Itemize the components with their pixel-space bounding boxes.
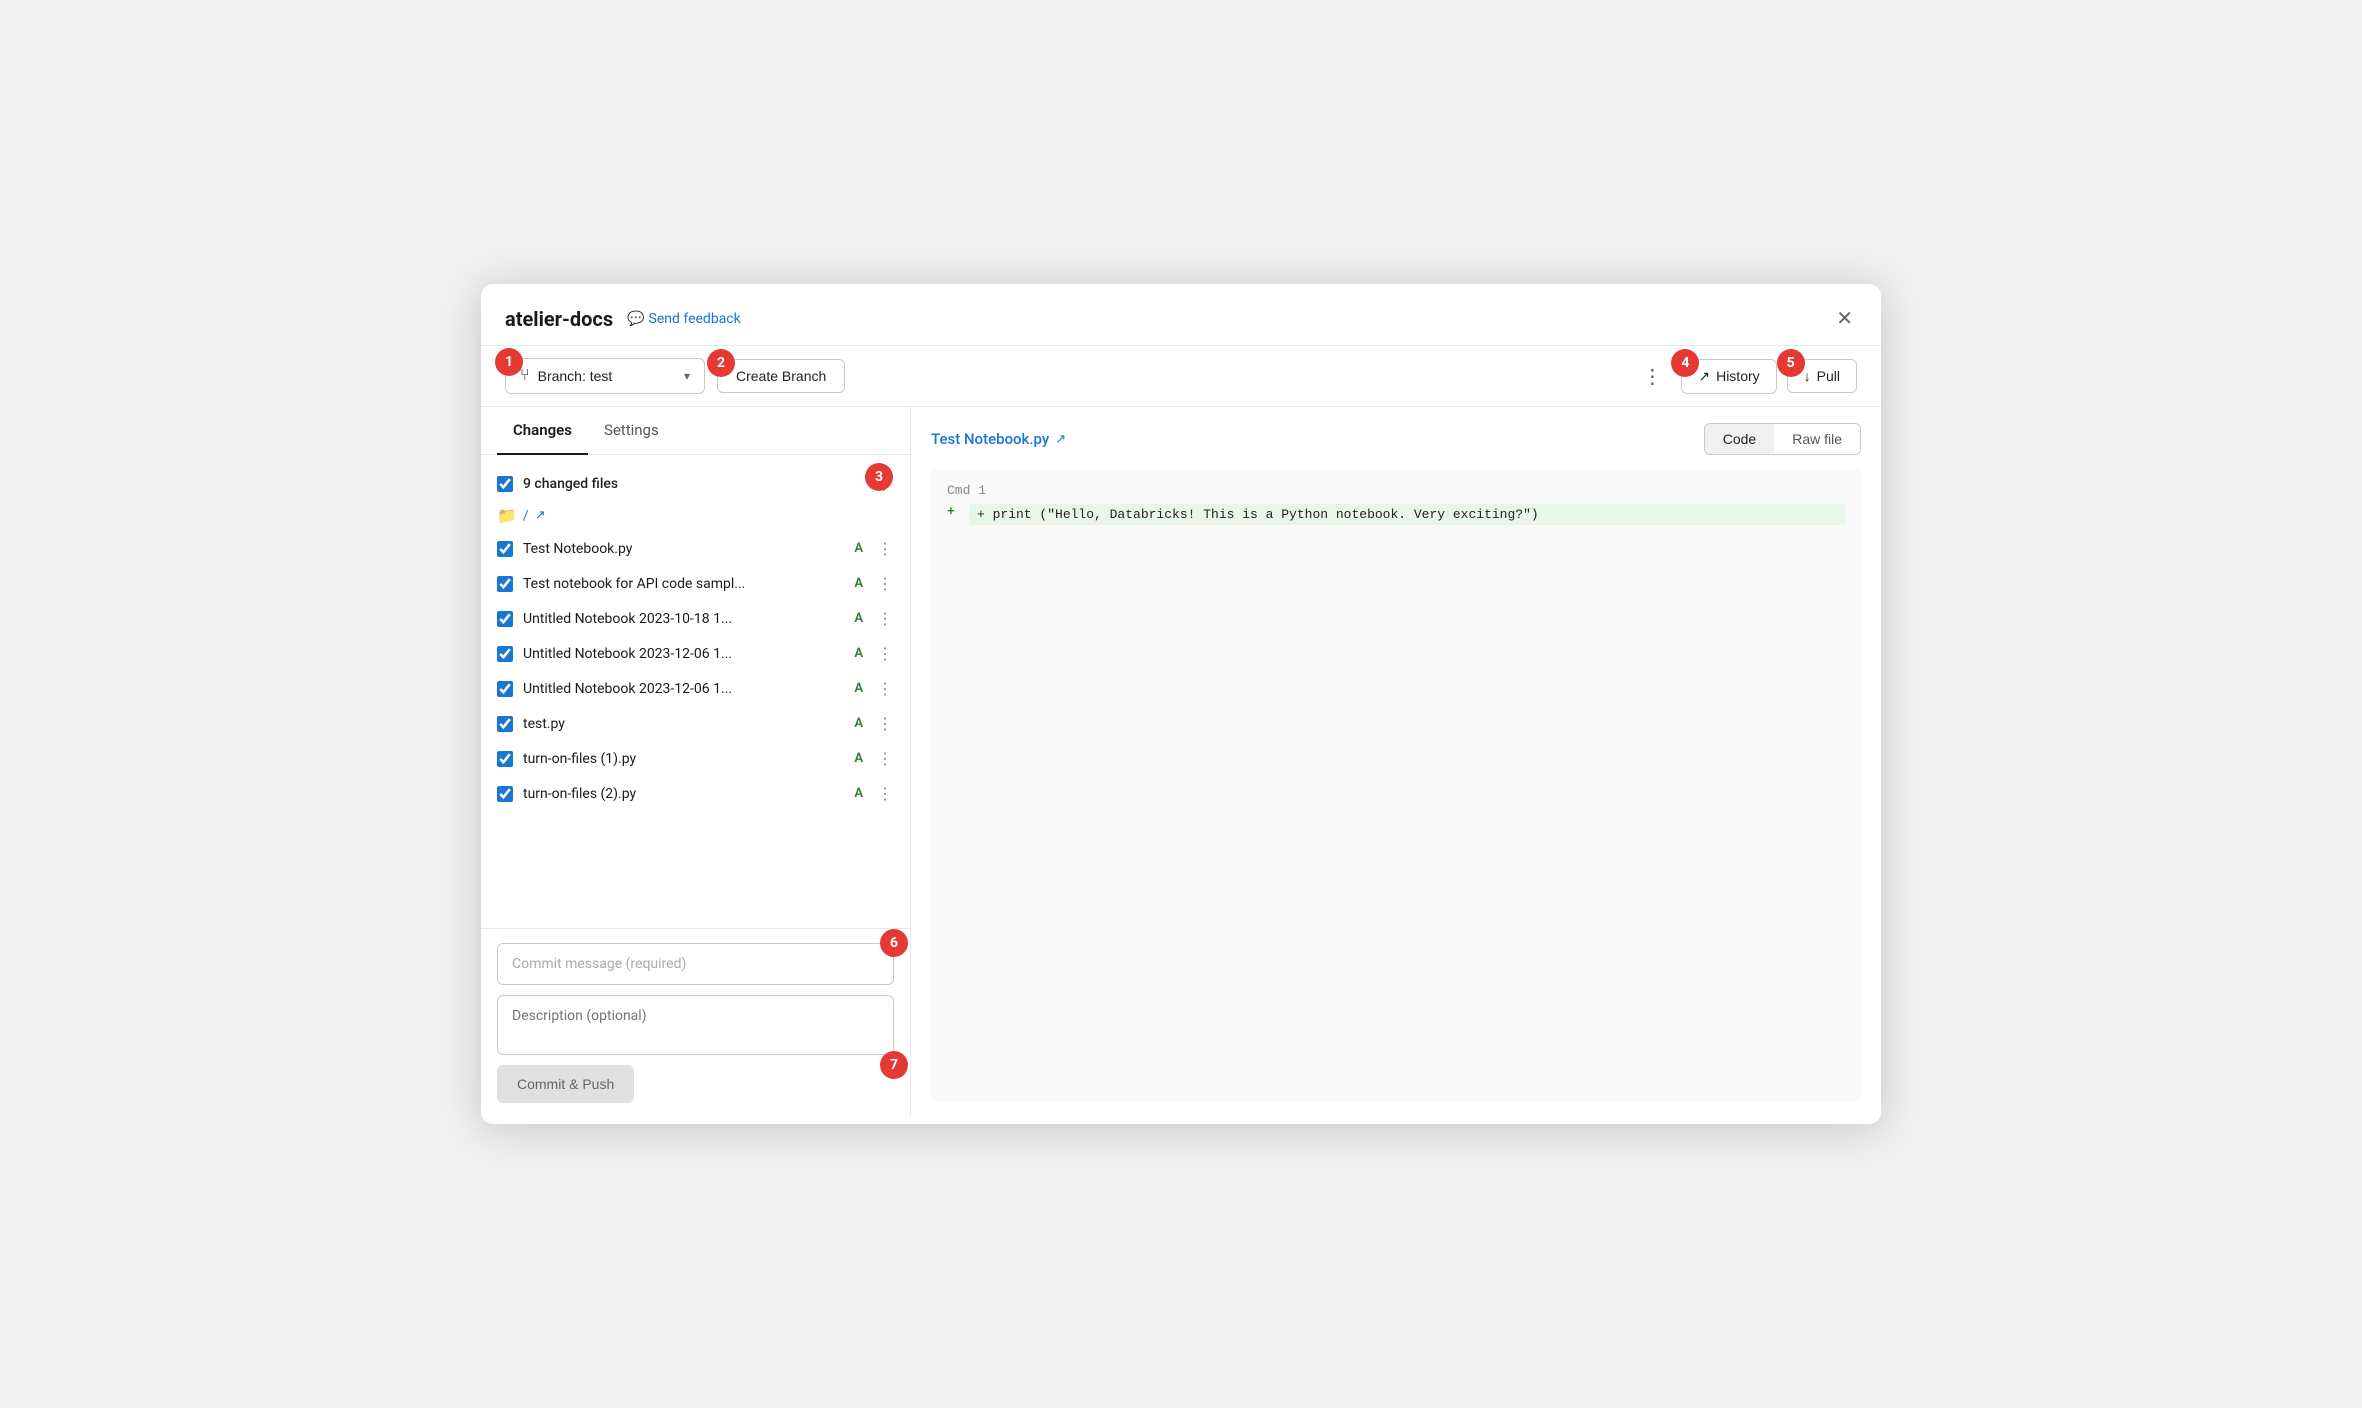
file-view-toggle: Code Raw file <box>1704 423 1861 455</box>
folder-path: / <box>523 508 529 524</box>
diff-code-area: Cmd 1 + + print ("Hello, Databricks! Thi… <box>931 469 1861 1101</box>
send-feedback-link[interactable]: Send feedback <box>627 311 741 327</box>
diff-file-header: Test Notebook.py ↗ Code Raw file <box>931 423 1861 455</box>
file-checkbox-3[interactable] <box>497 646 513 662</box>
more-options-button[interactable]: ⋮ <box>1634 360 1671 393</box>
diff-code-line: + + print ("Hello, Databricks! This is a… <box>947 504 1845 525</box>
create-branch-wrapper: 2 Create Branch <box>717 359 845 393</box>
cmd-label: Cmd 1 <box>947 483 1845 498</box>
pull-icon: ↓ <box>1804 368 1811 384</box>
list-item[interactable]: test.py A ⋮ <box>481 706 910 741</box>
file-checkbox-1[interactable] <box>497 576 513 592</box>
list-item[interactable]: Test notebook for API code sampl... A ⋮ <box>481 566 910 601</box>
files-header-dots-wrapper: 3 ⋮ <box>875 473 894 494</box>
badge-7: 7 <box>880 1051 908 1079</box>
close-button[interactable]: ✕ <box>1832 302 1857 335</box>
files-header: 9 changed files 3 ⋮ <box>481 467 910 500</box>
file-checkbox-4[interactable] <box>497 681 513 697</box>
create-branch-button[interactable]: Create Branch <box>717 359 845 393</box>
diff-plus-icon: + <box>947 504 961 519</box>
external-link-icon: ↗ <box>1055 432 1066 447</box>
history-btn-wrapper: 4 ↗ History <box>1681 359 1776 394</box>
file-name-3: Untitled Notebook 2023-12-06 1... <box>523 646 844 662</box>
file-name-6: turn-on-files (1).py <box>523 751 844 767</box>
pull-label: Pull <box>1817 368 1840 384</box>
tabs: Changes Settings <box>481 407 910 455</box>
file-checkbox-2[interactable] <box>497 611 513 627</box>
list-item[interactable]: turn-on-files (2).py A ⋮ <box>481 776 910 811</box>
app-window: atelier-docs Send feedback ✕ 1 ⑂ Branch:… <box>481 284 1881 1124</box>
file-badge-4: A <box>854 681 863 696</box>
file-name-7: turn-on-files (2).py <box>523 786 844 802</box>
file-badge-6: A <box>854 751 863 766</box>
commit-message-input[interactable] <box>497 943 894 985</box>
diff-file-title: Test Notebook.py ↗ <box>931 430 1066 448</box>
toolbar-right: ⋮ 4 ↗ History 5 ↓ Pull <box>1634 359 1857 394</box>
commit-push-button[interactable]: Commit & Push <box>497 1065 634 1103</box>
history-label: History <box>1716 368 1760 384</box>
history-button[interactable]: ↗ History <box>1681 359 1776 394</box>
branch-select-wrapper: 1 ⑂ Branch: test ▾ <box>505 358 705 394</box>
file-checkbox-6[interactable] <box>497 751 513 767</box>
list-item[interactable]: Untitled Notebook 2023-10-18 1... A ⋮ <box>481 601 910 636</box>
history-icon: ↗ <box>1698 368 1710 385</box>
raw-file-view-button[interactable]: Raw file <box>1774 424 1860 454</box>
list-item[interactable]: Untitled Notebook 2023-12-06 1... A ⋮ <box>481 636 910 671</box>
file-more-4[interactable]: ⋮ <box>877 679 894 698</box>
title-bar-left: atelier-docs Send feedback <box>505 307 741 331</box>
branch-label: Branch: test <box>538 368 613 384</box>
file-more-2[interactable]: ⋮ <box>877 609 894 628</box>
folder-row[interactable]: 📁 / ↗ <box>481 500 910 531</box>
main-content: Changes Settings 9 changed files 3 ⋮ <box>481 407 1881 1117</box>
file-name-2: Untitled Notebook 2023-10-18 1... <box>523 611 844 627</box>
app-title: atelier-docs <box>505 307 613 331</box>
file-more-0[interactable]: ⋮ <box>877 539 894 558</box>
file-badge-2: A <box>854 611 863 626</box>
select-all-checkbox[interactable] <box>497 476 513 492</box>
left-panel: Changes Settings 9 changed files 3 ⋮ <box>481 407 911 1117</box>
title-bar: atelier-docs Send feedback ✕ <box>481 284 1881 346</box>
file-name-1: Test notebook for API code sampl... <box>523 576 844 592</box>
tab-changes[interactable]: Changes <box>497 407 588 455</box>
pull-btn-wrapper: 5 ↓ Pull <box>1787 359 1857 393</box>
external-link-icon: ↗ <box>535 508 546 523</box>
file-badge-3: A <box>854 646 863 661</box>
file-more-3[interactable]: ⋮ <box>877 644 894 663</box>
list-item[interactable]: turn-on-files (1).py A ⋮ <box>481 741 910 776</box>
toolbar: 1 ⑂ Branch: test ▾ 2 Create Branch ⋮ 4 ↗… <box>481 346 1881 407</box>
file-name-4: Untitled Notebook 2023-12-06 1... <box>523 681 844 697</box>
code-view-button[interactable]: Code <box>1705 424 1774 454</box>
tab-settings[interactable]: Settings <box>588 407 675 455</box>
file-name-5: test.py <box>523 716 844 732</box>
files-section: 9 changed files 3 ⋮ 📁 / ↗ Test Notebook.… <box>481 455 910 928</box>
folder-icon: 📁 <box>497 506 517 525</box>
diff-code-text: + print ("Hello, Databricks! This is a P… <box>969 504 1845 525</box>
file-badge-7: A <box>854 786 863 801</box>
branch-select[interactable]: ⑂ Branch: test ▾ <box>505 358 705 394</box>
file-checkbox-7[interactable] <box>497 786 513 802</box>
commit-message-wrapper: 6 <box>497 943 894 985</box>
branch-icon: ⑂ <box>520 367 530 385</box>
files-count-label: 9 changed files <box>523 476 618 492</box>
list-item[interactable]: Untitled Notebook 2023-12-06 1... A ⋮ <box>481 671 910 706</box>
chevron-down-icon: ▾ <box>684 369 690 383</box>
right-panel: Test Notebook.py ↗ Code Raw file Cmd 1 +… <box>911 407 1881 1117</box>
file-checkbox-0[interactable] <box>497 541 513 557</box>
pull-button[interactable]: ↓ Pull <box>1787 359 1857 393</box>
file-badge-5: A <box>854 716 863 731</box>
file-more-6[interactable]: ⋮ <box>877 749 894 768</box>
file-more-1[interactable]: ⋮ <box>877 574 894 593</box>
file-more-5[interactable]: ⋮ <box>877 714 894 733</box>
list-item[interactable]: Test Notebook.py A ⋮ <box>481 531 910 566</box>
commit-btn-wrapper: 7 Commit & Push <box>497 1065 894 1103</box>
file-badge-0: A <box>854 541 863 556</box>
file-name-0: Test Notebook.py <box>523 541 844 557</box>
commit-section: 6 7 Commit & Push <box>481 928 910 1117</box>
files-header-more-button[interactable]: ⋮ <box>875 473 894 494</box>
file-checkbox-5[interactable] <box>497 716 513 732</box>
description-input[interactable] <box>497 995 894 1055</box>
file-more-7[interactable]: ⋮ <box>877 784 894 803</box>
file-badge-1: A <box>854 576 863 591</box>
